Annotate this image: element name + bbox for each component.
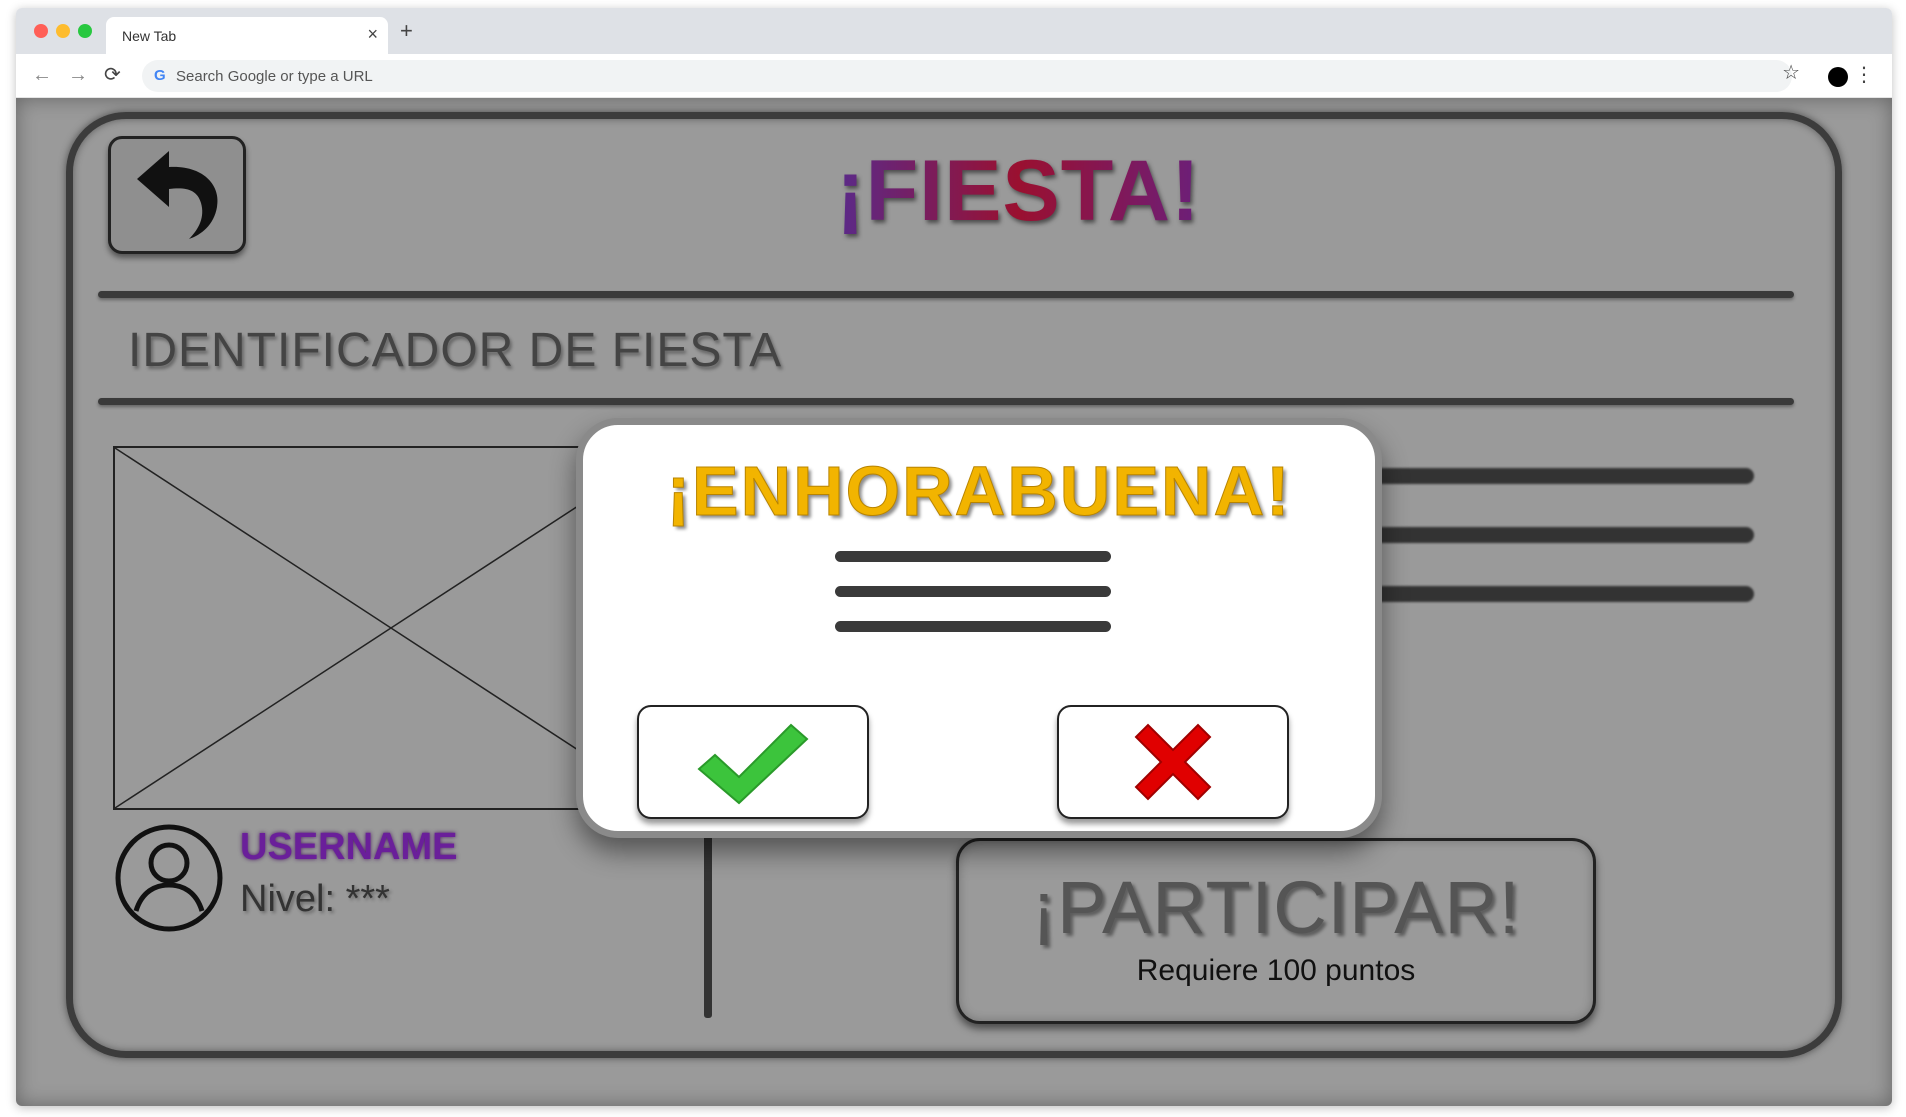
confirm-button[interactable] — [637, 705, 869, 819]
browser-menu-icon[interactable]: ⋮ — [1854, 64, 1874, 86]
tab-strip: New Tab × + — [16, 8, 1892, 54]
divider-line — [98, 398, 1794, 405]
x-icon — [1134, 723, 1212, 801]
modal-text-line — [835, 586, 1111, 597]
page-content: ¡FIESTA! IDENTIFICADOR DE FIESTA USERNAM… — [16, 98, 1892, 1106]
minimize-window-icon[interactable] — [56, 24, 70, 38]
browser-toolbar: ← → ⟳ G Search Google or type a URL ☆ ⋮ — [16, 54, 1892, 98]
modal-title: ¡ENHORABUENA! — [666, 452, 1292, 531]
section-label: IDENTIFICADOR DE FIESTA — [128, 324, 783, 377]
back-arrow-icon[interactable]: ← — [32, 64, 52, 86]
browser-window: New Tab × + ← → ⟳ G Search Google or typ… — [16, 8, 1892, 1106]
divider-line — [98, 291, 1794, 298]
description-line — [1346, 586, 1754, 602]
participar-button[interactable]: ¡PARTICIPAR! Requiere 100 puntos — [956, 838, 1596, 1024]
maximize-window-icon[interactable] — [78, 24, 92, 38]
participar-requirement: Requiere 100 puntos — [1136, 954, 1416, 987]
tab-new-tab[interactable]: New Tab × — [106, 17, 388, 54]
check-icon — [697, 723, 809, 805]
forward-arrow-icon[interactable]: → — [68, 64, 88, 86]
new-tab-icon[interactable]: + — [400, 20, 413, 42]
description-line — [1346, 527, 1754, 543]
level-label: Nivel: *** — [240, 878, 390, 920]
back-button[interactable] — [108, 136, 246, 254]
tab-title: New Tab — [122, 28, 177, 44]
congrats-modal: ¡ENHORABUENA! — [576, 418, 1382, 838]
tab-close-icon[interactable]: × — [367, 24, 378, 44]
close-window-icon[interactable] — [34, 24, 48, 38]
reload-icon[interactable]: ⟳ — [104, 64, 121, 86]
profile-avatar-icon[interactable] — [1828, 67, 1848, 87]
page-title: ¡FIESTA! — [836, 143, 1201, 239]
address-bar[interactable]: G Search Google or type a URL — [142, 60, 1792, 92]
modal-text-line — [835, 621, 1111, 632]
user-avatar-icon — [115, 824, 223, 932]
bookmark-star-icon[interactable]: ☆ — [1782, 62, 1800, 84]
cancel-button[interactable] — [1057, 705, 1289, 819]
address-placeholder: Search Google or type a URL — [176, 68, 373, 85]
modal-text-line — [835, 551, 1111, 562]
description-line — [1346, 468, 1754, 484]
username: USERNAME — [240, 826, 458, 868]
undo-arrow-icon — [137, 151, 218, 239]
participar-title: ¡PARTICIPAR! — [1031, 866, 1521, 949]
google-icon: G — [154, 67, 166, 84]
